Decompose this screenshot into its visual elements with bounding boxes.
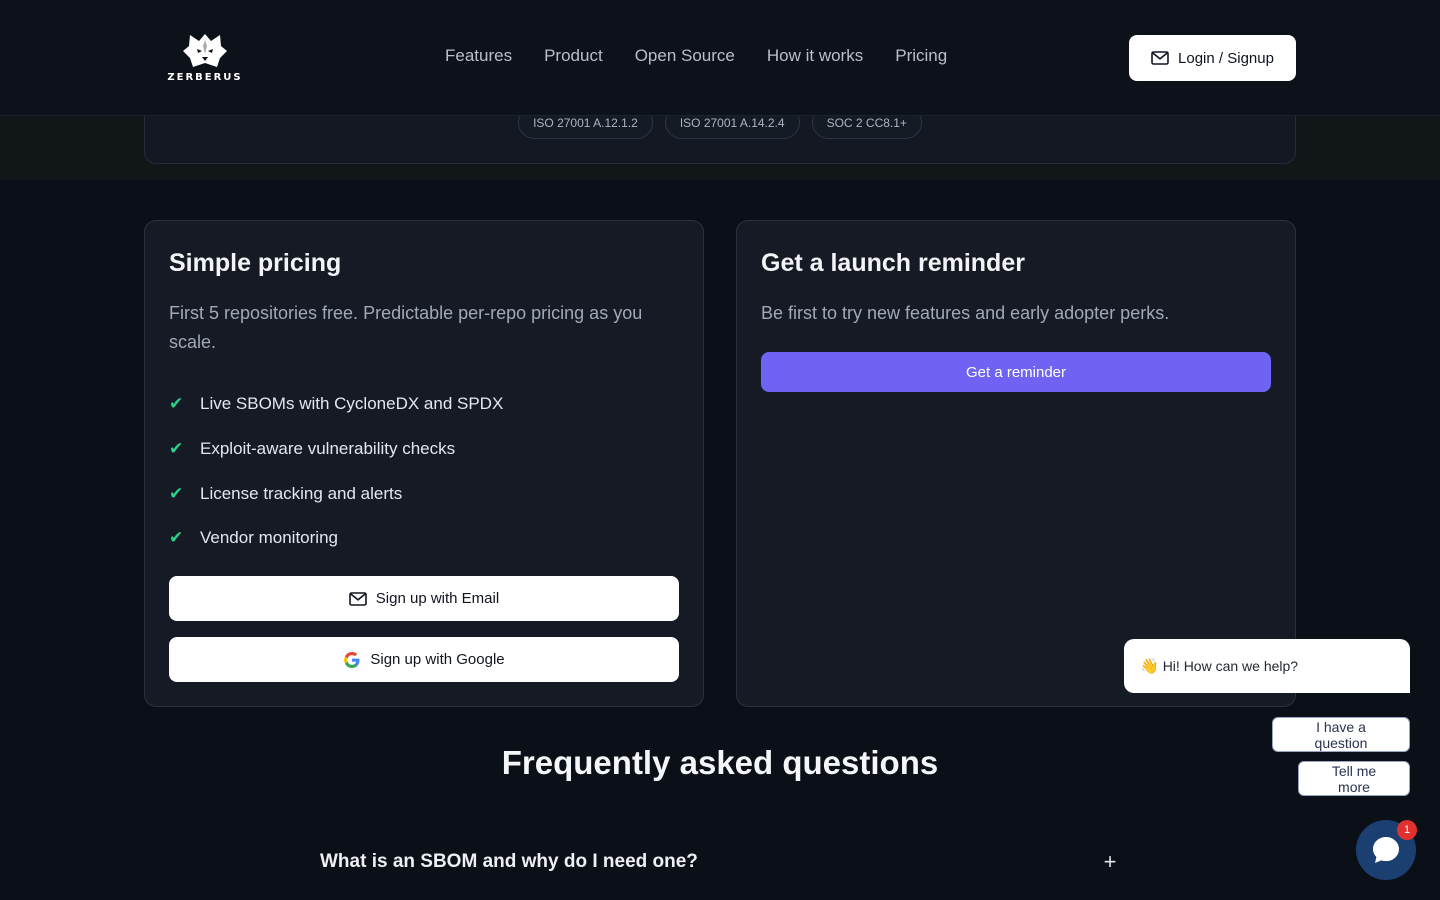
nav-open-source[interactable]: Open Source <box>635 46 735 66</box>
chat-greeting[interactable]: 👋 Hi! How can we help? <box>1124 639 1410 693</box>
login-signup-label: Login / Signup <box>1178 49 1274 67</box>
feature-text: License tracking and alerts <box>200 483 403 503</box>
faq-question: What is an SBOM and why do I need one? <box>320 851 698 872</box>
signup-google-label: Sign up with Google <box>370 651 505 668</box>
signup-email-label: Sign up with Email <box>375 590 500 607</box>
unread-badge: 1 <box>1397 820 1417 840</box>
pricing-description: First 5 repositories free. Predictable p… <box>169 303 643 352</box>
checkmark-icon: ✔ <box>169 394 184 414</box>
signup-google-button[interactable]: Sign up with Google <box>169 637 679 682</box>
mail-icon <box>1151 51 1169 65</box>
logo[interactable]: ZERBERUS <box>166 32 244 86</box>
quick-reply-tell-more[interactable]: Tell me more <box>1298 761 1410 796</box>
checkmark-icon: ✔ <box>169 528 184 548</box>
login-signup-button[interactable]: Login / Signup <box>1129 35 1296 81</box>
logo-text: ZERBERUS <box>167 72 243 83</box>
nav-pricing[interactable]: Pricing <box>895 46 947 66</box>
pricing-card: Simple pricing First 5 repositories free… <box>144 220 704 707</box>
pricing-feature-list: ✔ Live SBOMs with CycloneDX and SPDX ✔ E… <box>169 382 503 561</box>
google-g-icon <box>344 651 360 668</box>
feature-text: Exploit-aware vulnerability checks <box>200 439 456 459</box>
nav-product[interactable]: Product <box>544 46 603 66</box>
chat-bubble-icon <box>1373 837 1399 863</box>
quick-reply-question[interactable]: I have a question <box>1272 717 1410 752</box>
list-item: ✔ License tracking and alerts <box>169 471 503 516</box>
faq-title: Frequently asked questions <box>501 744 939 781</box>
main-nav: Features Product Open Source How it work… <box>445 46 947 66</box>
feature-text: Live SBOMs with CycloneDX and SPDX <box>200 394 504 414</box>
signup-email-button[interactable]: Sign up with Email <box>169 576 679 621</box>
checkmark-icon: ✔ <box>169 439 184 459</box>
reminder-title: Get a launch reminder <box>761 249 1025 277</box>
plus-icon[interactable]: + <box>1100 849 1120 875</box>
pricing-title: Simple pricing <box>169 249 342 277</box>
checkmark-icon: ✔ <box>169 483 184 503</box>
wolf-head-icon <box>183 34 227 67</box>
wave-icon: 👋 <box>1140 658 1159 675</box>
site-header: ZERBERUS Features Product Open Source Ho… <box>0 0 1440 116</box>
nav-features[interactable]: Features <box>445 46 512 66</box>
reminder-description: Be first to try new features and early a… <box>761 303 1170 323</box>
list-item: ✔ Live SBOMs with CycloneDX and SPDX <box>169 382 503 427</box>
feature-text: Vendor monitoring <box>200 528 338 548</box>
faq-item[interactable]: What is an SBOM and why do I need one? + <box>320 846 1120 878</box>
launch-reminder-card: Get a launch reminder Be first to try ne… <box>736 220 1296 707</box>
nav-how-it-works[interactable]: How it works <box>767 46 863 66</box>
chat-greeting-text: Hi! How can we help? <box>1162 658 1299 674</box>
get-reminder-button[interactable]: Get a reminder <box>761 352 1271 392</box>
mail-icon <box>348 591 367 606</box>
list-item: ✔ Vendor monitoring <box>169 516 503 561</box>
list-item: ✔ Exploit-aware vulnerability checks <box>169 427 503 472</box>
